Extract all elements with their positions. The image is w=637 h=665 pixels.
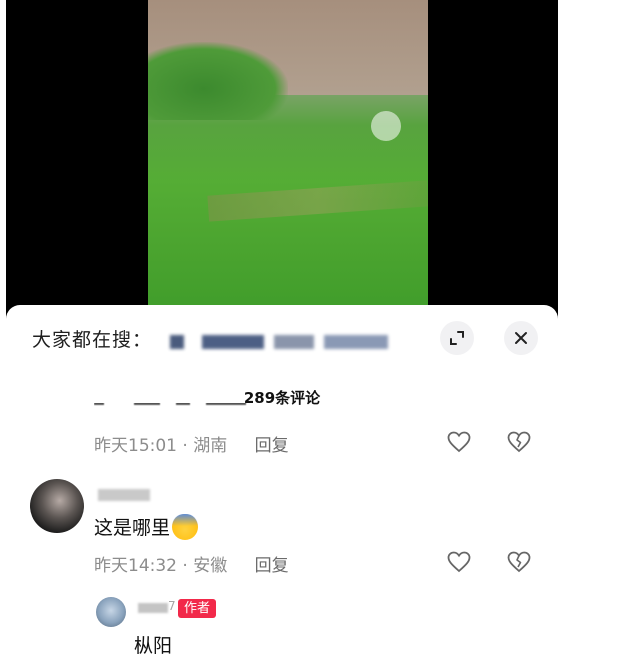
like-button[interactable]	[445, 428, 473, 456]
dislike-button[interactable]	[505, 548, 533, 576]
search-label: 大家都在搜：	[32, 329, 153, 351]
screen: 大家都在搜： 289条评论 昨天15:01 · 湖南 回复 这是哪里 昨天14:…	[0, 0, 637, 665]
heart-icon	[447, 551, 471, 573]
comment-time-location: 昨天14:32 · 安徽	[94, 556, 228, 576]
expand-button[interactable]	[440, 321, 474, 355]
author-badge: 作者	[178, 599, 217, 618]
touch-indicator	[371, 111, 401, 141]
video-player[interactable]	[6, 0, 558, 330]
reply-username-suffix: 7	[168, 599, 176, 613]
heart-icon	[447, 431, 471, 453]
truncated-comment-text	[94, 403, 264, 417]
search-term-redacted[interactable]	[170, 335, 184, 349]
reply-button[interactable]: 回复	[255, 556, 289, 576]
search-term-redacted[interactable]	[274, 335, 314, 349]
reply-username-redacted[interactable]	[138, 603, 168, 613]
scared-face-emoji	[172, 513, 199, 540]
reply-text: 枞阳	[134, 635, 173, 657]
like-button[interactable]	[445, 548, 473, 576]
video-frame[interactable]	[148, 0, 428, 330]
close-button[interactable]	[504, 321, 538, 355]
comments-sheet: 大家都在搜： 289条评论 昨天15:01 · 湖南 回复 这是哪里 昨天14:…	[6, 305, 558, 665]
comment-meta: 昨天14:32 · 安徽 回复	[94, 551, 289, 576]
video-path	[207, 180, 428, 222]
expand-icon	[450, 331, 464, 345]
reply-button[interactable]: 回复	[255, 436, 289, 456]
search-term-redacted[interactable]	[324, 335, 388, 349]
broken-heart-icon	[507, 551, 531, 573]
avatar[interactable]	[30, 479, 84, 533]
dislike-button[interactable]	[505, 428, 533, 456]
reply-avatar[interactable]	[96, 597, 126, 627]
comment-count: 289条评论	[243, 389, 321, 407]
comment-text: 这是哪里	[94, 513, 199, 540]
search-term-redacted[interactable]	[202, 335, 264, 349]
close-icon	[515, 332, 527, 344]
comment-body: 这是哪里	[94, 517, 171, 539]
broken-heart-icon	[507, 431, 531, 453]
comment-time-location: 昨天15:01 · 湖南	[94, 436, 228, 456]
comment-meta: 昨天15:01 · 湖南 回复	[94, 431, 289, 456]
search-suggestion-bar[interactable]: 大家都在搜：	[6, 305, 558, 369]
username-redacted[interactable]	[98, 489, 150, 501]
video-bush	[148, 42, 288, 120]
